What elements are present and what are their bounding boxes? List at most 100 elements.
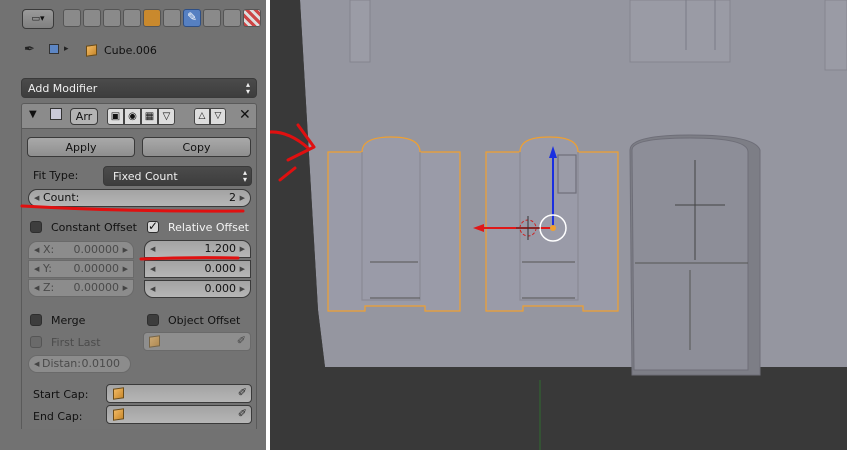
merge-label: Merge	[51, 314, 86, 327]
cube-icon	[113, 408, 124, 421]
fit-type-dropdown[interactable]: Fixed Count ▴ ▾	[103, 166, 252, 186]
decrement-arrow-icon[interactable]: ◀	[150, 241, 155, 257]
decrement-arrow-icon[interactable]: ◀	[34, 356, 39, 372]
count-field[interactable]: ◀ Count: 2 ▶	[28, 189, 251, 207]
object-offset-field[interactable]: ✐	[143, 332, 251, 351]
scene-tab-icon[interactable]	[103, 9, 121, 27]
first-last-label: First Last	[51, 336, 101, 349]
eyedropper-icon[interactable]: ✐	[237, 334, 246, 347]
increment-arrow-icon[interactable]: ▶	[123, 242, 128, 258]
object-name: Cube.006	[104, 44, 157, 57]
constant-offset-z-field[interactable]: ◀ Z: 0.00000 ▶	[28, 279, 134, 297]
selected-door-left	[327, 136, 461, 312]
decrement-arrow-icon[interactable]: ◀	[150, 281, 155, 297]
merge-distance-field[interactable]: ◀ Distan: 0.0100	[28, 355, 131, 373]
texture-tab-icon[interactable]	[243, 9, 261, 27]
cage-toggle-icon[interactable]: ▽	[158, 108, 175, 125]
constant-offset-label: Constant Offset	[51, 221, 137, 234]
object-offset-checkbox[interactable]	[147, 314, 159, 326]
move-down-icon[interactable]: ▽	[210, 108, 226, 125]
constant-offset-x-field[interactable]: ◀ X: 0.00000 ▶	[28, 241, 134, 259]
chevron-right-icon: ▸	[64, 44, 69, 54]
end-cap-label: End Cap:	[33, 410, 83, 423]
constant-x-value: 0.00000	[73, 243, 120, 256]
increment-arrow-icon[interactable]: ▶	[240, 241, 245, 257]
render-tab-icon[interactable]	[63, 9, 81, 27]
constraints-tab-icon[interactable]	[163, 9, 181, 27]
add-modifier-dropdown[interactable]: Add Modifier ▴ ▾	[21, 78, 257, 98]
cube-icon	[86, 44, 97, 57]
constant-y-label: Y:	[43, 262, 52, 275]
modifier-header: ▼ Arr ▣ ◉ ▦ ▽ △ ▽ ✕	[21, 103, 257, 129]
render-layers-tab-icon[interactable]	[83, 9, 101, 27]
increment-arrow-icon[interactable]: ▶	[240, 281, 245, 297]
start-cap-field[interactable]: ✐	[106, 384, 252, 403]
distance-label: Distan:	[42, 357, 81, 370]
unselected-door	[629, 134, 761, 376]
cube-icon	[149, 335, 160, 348]
decrement-arrow-icon[interactable]: ◀	[150, 261, 155, 277]
pin-icon[interactable]: ✒	[24, 42, 35, 57]
increment-arrow-icon[interactable]: ▶	[240, 261, 245, 277]
copy-label: Copy	[182, 140, 211, 154]
relative-offset-z-field[interactable]: ◀ 0.000 ▶	[144, 280, 251, 298]
relative-y-value: 0.000	[204, 262, 237, 275]
object-offset-label: Object Offset	[168, 314, 241, 327]
viewport-scene	[270, 0, 847, 450]
material-tab-icon[interactable]	[223, 9, 241, 27]
data-tab-icon[interactable]	[203, 9, 221, 27]
count-value: 2	[229, 191, 236, 204]
increment-arrow-icon[interactable]: ▶	[240, 190, 245, 206]
collapse-triangle-icon[interactable]: ▼	[29, 109, 37, 120]
relative-offset-checkbox[interactable]	[147, 219, 159, 233]
chevron-updown-icon: ▴ ▾	[245, 80, 250, 96]
start-cap-label: Start Cap:	[33, 388, 89, 401]
constant-z-label: Z:	[43, 281, 55, 294]
apply-label: Apply	[65, 140, 97, 154]
editor-type-button[interactable]: ▭▾	[22, 9, 54, 29]
decrement-arrow-icon[interactable]: ◀	[34, 190, 39, 206]
modifier-name: Arr	[75, 110, 93, 123]
decrement-arrow-icon[interactable]: ◀	[34, 261, 39, 277]
increment-arrow-icon[interactable]: ▶	[123, 261, 128, 277]
constant-x-label: X:	[43, 243, 55, 256]
apply-button[interactable]: Apply	[27, 137, 135, 157]
object-tab-icon[interactable]	[143, 9, 161, 27]
count-label: Count:	[43, 191, 80, 204]
cube-icon	[113, 387, 124, 400]
relative-x-value: 1.200	[204, 242, 237, 255]
relative-z-value: 0.000	[204, 282, 237, 295]
render-toggle-camera-icon[interactable]: ▣	[107, 108, 124, 125]
eyedropper-icon[interactable]: ✐	[238, 386, 247, 399]
end-cap-field[interactable]: ✐	[106, 405, 252, 424]
viewport-toggle-eye-icon[interactable]: ◉	[124, 108, 141, 125]
move-up-icon[interactable]: △	[194, 108, 210, 125]
3d-viewport[interactable]	[270, 0, 847, 450]
editmode-toggle-icon[interactable]: ▦	[141, 108, 158, 125]
decrement-arrow-icon[interactable]: ◀	[34, 242, 39, 258]
world-tab-icon[interactable]	[123, 9, 141, 27]
link-icon	[49, 44, 59, 54]
fit-type-value: Fixed Count	[113, 169, 178, 183]
copy-button[interactable]: Copy	[142, 137, 251, 157]
distance-value: 0.0100	[81, 357, 121, 370]
merge-checkbox[interactable]	[30, 314, 42, 326]
constant-offset-y-field[interactable]: ◀ Y: 0.00000 ▶	[28, 260, 134, 278]
eyedropper-icon[interactable]: ✐	[238, 407, 247, 420]
decrement-arrow-icon[interactable]: ◀	[34, 280, 39, 296]
constant-y-value: 0.00000	[73, 262, 120, 275]
increment-arrow-icon[interactable]: ▶	[123, 280, 128, 296]
relative-offset-y-field[interactable]: ◀ 0.000 ▶	[144, 260, 251, 278]
properties-panel: ▭▾ ✎ ✒ ▸ Cube.006 Add Modifier ▴ ▾ ▼ Arr …	[0, 0, 266, 450]
modifiers-tab-wrench-icon[interactable]: ✎	[183, 9, 201, 27]
modifier-name-field[interactable]: Arr	[70, 108, 98, 125]
first-last-checkbox[interactable]	[30, 336, 42, 348]
constant-z-value: 0.00000	[73, 281, 120, 294]
fit-type-label: Fit Type:	[33, 169, 79, 182]
close-icon[interactable]: ✕	[239, 107, 251, 123]
editor-type-icon: ▭▾	[31, 14, 45, 24]
relative-offset-x-field[interactable]: ◀ 1.200 ▶	[144, 240, 251, 258]
constant-offset-checkbox[interactable]	[30, 221, 42, 233]
chevron-updown-icon: ▴ ▾	[242, 168, 247, 184]
array-modifier-icon	[50, 108, 62, 120]
